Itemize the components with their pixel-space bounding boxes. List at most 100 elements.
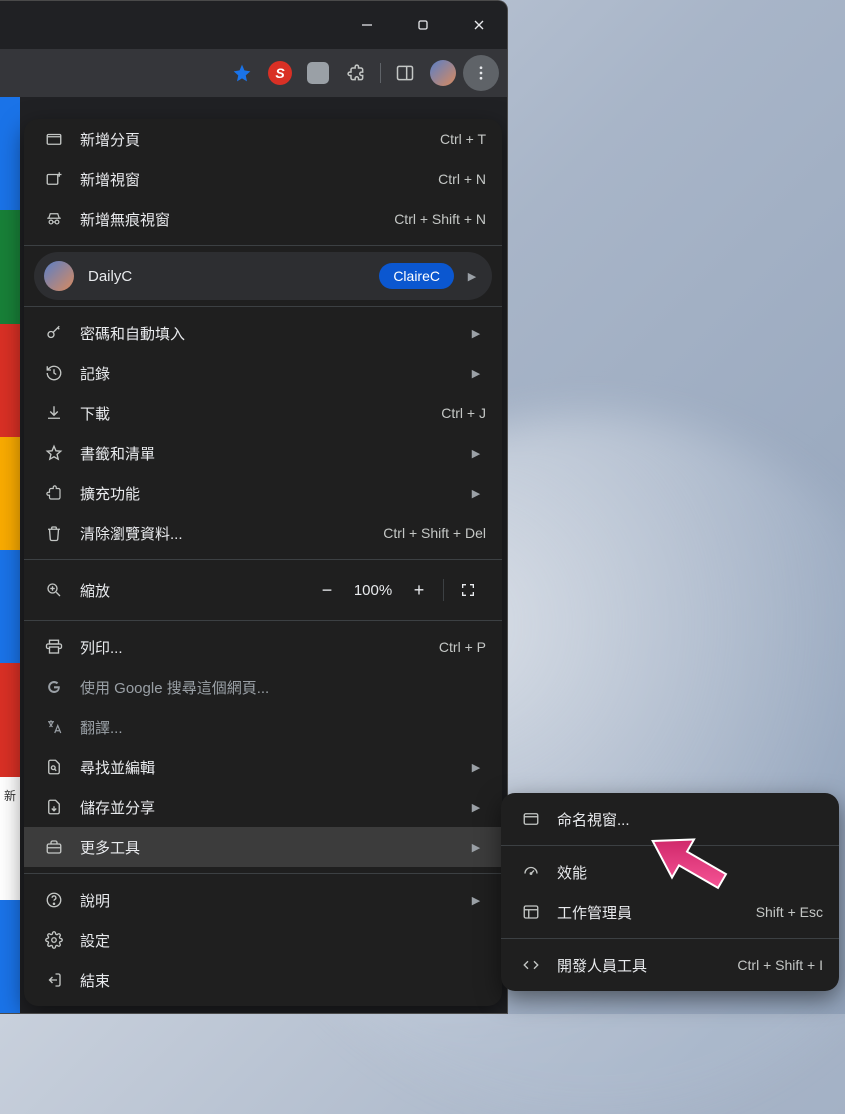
chevron-right-icon: ▶ — [466, 894, 486, 907]
menu-print-shortcut: Ctrl + P — [439, 639, 486, 655]
menu-separator — [501, 845, 839, 846]
task-manager-icon — [517, 903, 545, 921]
menu-save-share[interactable]: 儲存並分享 ▶ — [24, 787, 502, 827]
menu-bookmarks[interactable]: 書籤和清單 ▶ — [24, 433, 502, 473]
menu-passwords[interactable]: 密碼和自動填入 ▶ — [24, 313, 502, 353]
zoom-out-button[interactable]: − — [309, 572, 345, 608]
puzzle-icon — [40, 484, 68, 502]
chevron-right-icon: ▶ — [466, 367, 486, 380]
extension-red-icon[interactable]: S — [262, 55, 298, 91]
profile-name-label: DailyC — [88, 268, 379, 285]
window-close-button[interactable] — [451, 1, 507, 49]
new-tab-icon — [40, 130, 68, 148]
menu-new-incognito[interactable]: 新增無痕視窗 Ctrl + Shift + N — [24, 199, 502, 239]
key-icon — [40, 324, 68, 342]
translate-icon — [40, 718, 68, 736]
menu-clear-data-shortcut: Ctrl + Shift + Del — [383, 525, 486, 541]
chevron-right-icon: ▶ — [462, 270, 482, 283]
submenu-performance[interactable]: 效能 — [501, 852, 839, 892]
toolbar-divider — [380, 63, 381, 83]
submenu-task-manager-label: 工作管理員 — [557, 902, 756, 923]
print-icon — [40, 638, 68, 656]
search-doc-icon — [40, 758, 68, 776]
chevron-right-icon: ▶ — [466, 801, 486, 814]
incognito-icon — [40, 210, 68, 228]
google-g-icon — [40, 678, 68, 696]
submenu-task-manager-shortcut: Shift + Esc — [756, 904, 823, 920]
chevron-right-icon: ▶ — [466, 487, 486, 500]
trash-icon — [40, 524, 68, 542]
submenu-name-window[interactable]: 命名視窗... — [501, 799, 839, 839]
zoom-divider — [443, 579, 444, 601]
menu-exit[interactable]: 結束 — [24, 960, 502, 1000]
menu-separator — [24, 873, 502, 874]
submenu-task-manager[interactable]: 工作管理員 Shift + Esc — [501, 892, 839, 932]
code-icon — [517, 956, 545, 974]
menu-search-page-label: 使用 Google 搜尋這個網頁... — [80, 677, 486, 698]
menu-separator — [24, 559, 502, 560]
menu-clear-data[interactable]: 清除瀏覽資料... Ctrl + Shift + Del — [24, 513, 502, 553]
zoom-icon — [40, 581, 68, 599]
menu-separator — [24, 245, 502, 246]
menu-separator — [24, 306, 502, 307]
menu-history-label: 記錄 — [80, 363, 458, 384]
toolbox-icon — [40, 838, 68, 856]
profile-badge[interactable]: ClaireC — [379, 263, 454, 289]
menu-clear-data-label: 清除瀏覽資料... — [80, 523, 383, 544]
window-titlebar — [0, 1, 507, 49]
profile-avatar-icon[interactable] — [425, 55, 461, 91]
submenu-performance-label: 效能 — [557, 862, 823, 883]
star-outline-icon — [40, 444, 68, 462]
chevron-right-icon: ▶ — [466, 761, 486, 774]
menu-help[interactable]: 說明 ▶ — [24, 880, 502, 920]
menu-new-tab-shortcut: Ctrl + T — [440, 131, 486, 147]
menu-new-window-label: 新增視窗 — [80, 169, 438, 190]
menu-new-tab-label: 新增分頁 — [80, 129, 440, 150]
menu-new-incognito-label: 新增無痕視窗 — [80, 209, 394, 230]
zoom-in-button[interactable]: + — [401, 572, 437, 608]
window-icon — [517, 810, 545, 828]
menu-settings-label: 設定 — [80, 930, 486, 951]
submenu-dev-tools-shortcut: Ctrl + Shift + I — [737, 957, 823, 973]
more-menu-button[interactable] — [463, 55, 499, 91]
window-maximize-button[interactable] — [395, 1, 451, 49]
menu-bookmarks-label: 書籤和清單 — [80, 443, 458, 464]
menu-print[interactable]: 列印... Ctrl + P — [24, 627, 502, 667]
menu-passwords-label: 密碼和自動填入 — [80, 323, 458, 344]
menu-find-edit-label: 尋找並編輯 — [80, 757, 458, 778]
side-panel-icon[interactable] — [387, 55, 423, 91]
submenu-dev-tools-label: 開發人員工具 — [557, 955, 737, 976]
bookmark-star-icon[interactable] — [224, 55, 260, 91]
menu-new-tab[interactable]: 新增分頁 Ctrl + T — [24, 119, 502, 159]
menu-more-tools[interactable]: 更多工具 ▶ — [24, 827, 502, 867]
menu-profile-row[interactable]: DailyC ClaireC ▶ — [34, 252, 492, 300]
menu-translate[interactable]: 翻譯... — [24, 707, 502, 747]
window-minimize-button[interactable] — [339, 1, 395, 49]
exit-icon — [40, 971, 68, 989]
menu-zoom-label: 縮放 — [80, 580, 309, 601]
chevron-right-icon: ▶ — [466, 447, 486, 460]
menu-find-edit[interactable]: 尋找並編輯 ▶ — [24, 747, 502, 787]
menu-downloads-shortcut: Ctrl + J — [441, 405, 486, 421]
chrome-main-menu: 新增分頁 Ctrl + T 新增視窗 Ctrl + N 新增無痕視窗 Ctrl … — [24, 119, 502, 1006]
menu-history[interactable]: 記錄 ▶ — [24, 353, 502, 393]
submenu-dev-tools[interactable]: 開發人員工具 Ctrl + Shift + I — [501, 945, 839, 985]
menu-translate-label: 翻譯... — [80, 717, 486, 738]
menu-downloads[interactable]: 下載 Ctrl + J — [24, 393, 502, 433]
menu-new-incognito-shortcut: Ctrl + Shift + N — [394, 211, 486, 227]
zoom-value: 100% — [345, 582, 401, 599]
menu-new-window[interactable]: 新增視窗 Ctrl + N — [24, 159, 502, 199]
extension-grey-icon[interactable] — [300, 55, 336, 91]
chevron-right-icon: ▶ — [466, 841, 486, 854]
menu-extensions[interactable]: 擴充功能 ▶ — [24, 473, 502, 513]
menu-downloads-label: 下載 — [80, 403, 441, 424]
help-icon — [40, 891, 68, 909]
menu-search-page[interactable]: 使用 Google 搜尋這個網頁... — [24, 667, 502, 707]
menu-settings[interactable]: 設定 — [24, 920, 502, 960]
gear-icon — [40, 931, 68, 949]
extensions-puzzle-icon[interactable] — [338, 55, 374, 91]
speedometer-icon — [517, 863, 545, 881]
submenu-name-window-label: 命名視窗... — [557, 809, 823, 830]
new-window-icon — [40, 170, 68, 188]
fullscreen-button[interactable] — [450, 572, 486, 608]
